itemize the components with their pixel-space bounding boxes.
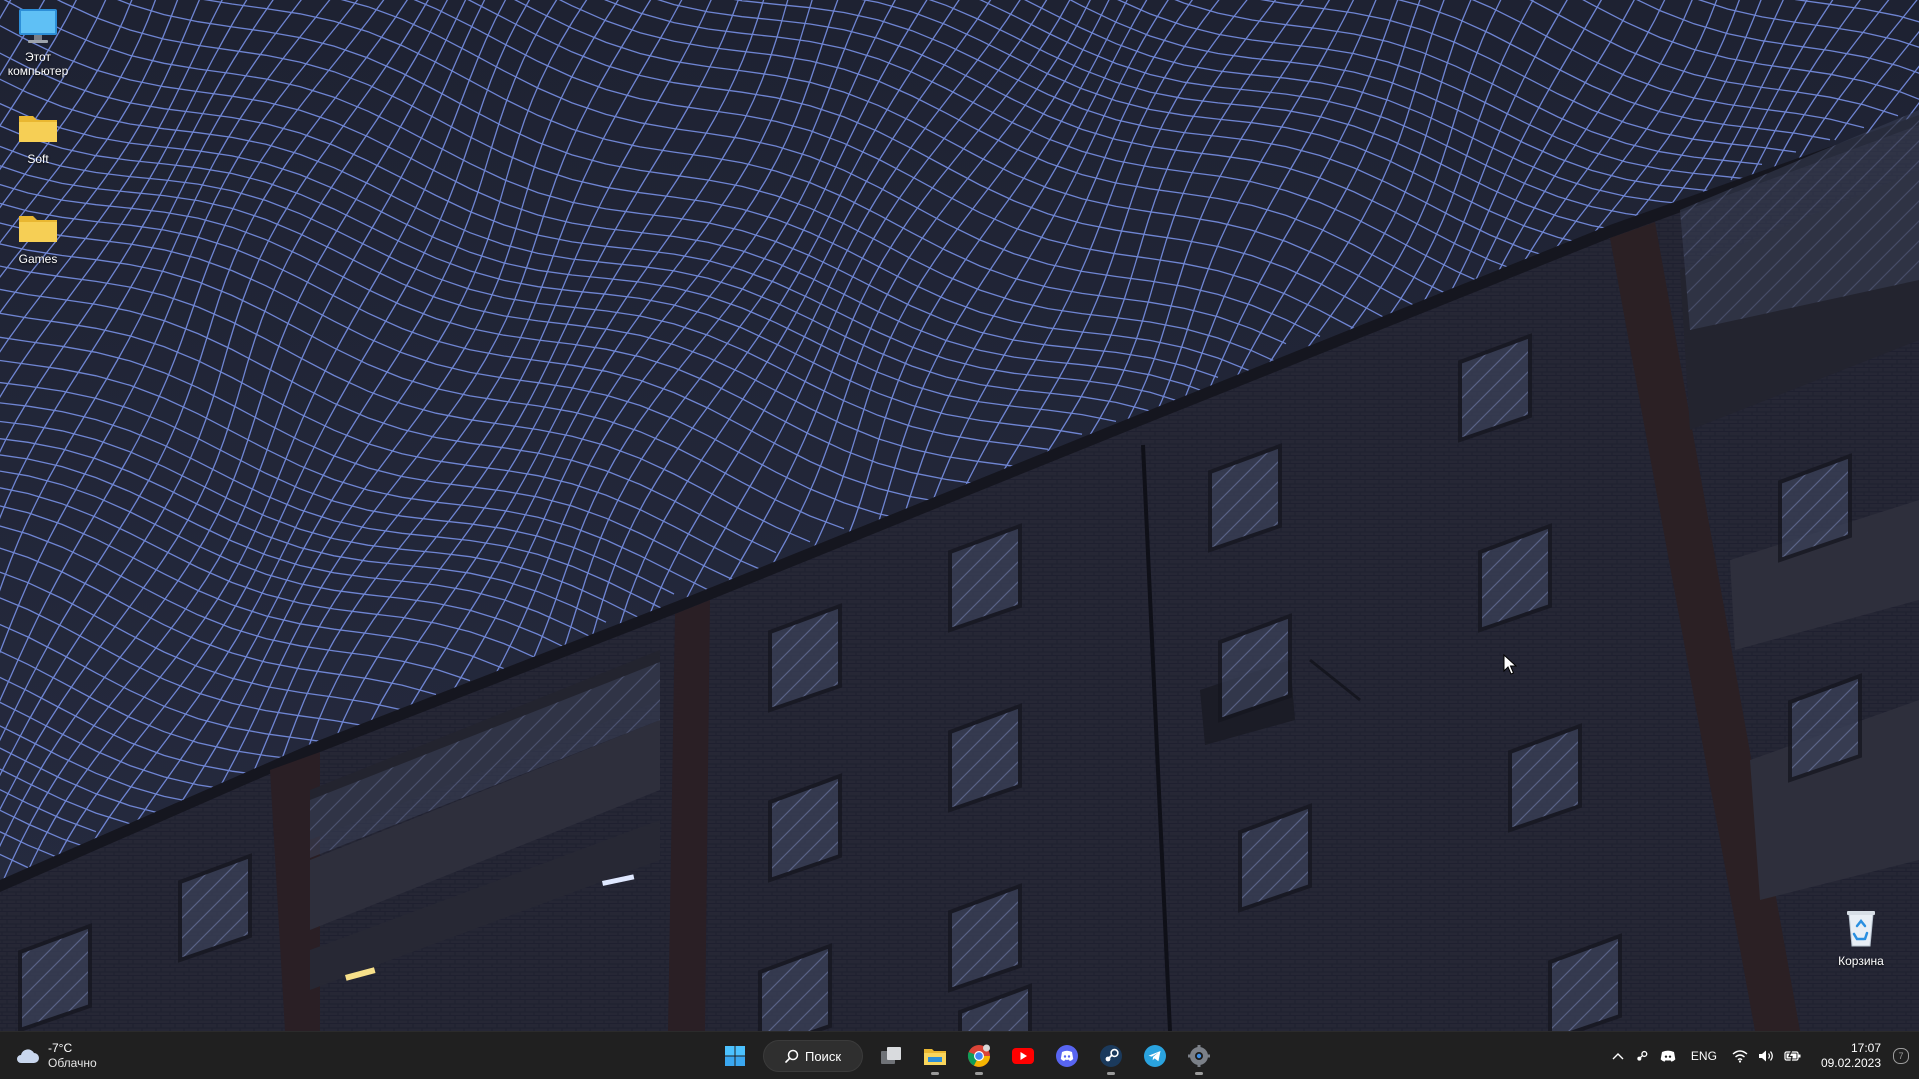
desktop-icon-soft[interactable]: Soft — [0, 108, 76, 166]
wallpaper — [0, 0, 1919, 1031]
taskbar: -7°C Облачно Поиск ENG 17:07 09.02.2023 … — [0, 1031, 1919, 1079]
weather-condition: Облачно — [48, 1056, 97, 1070]
taskbar-app-youtube[interactable] — [1003, 1036, 1043, 1076]
mouse-cursor-icon — [1503, 654, 1517, 675]
desktop-icon-games[interactable]: Games — [0, 208, 76, 266]
weather-temperature: -7°C — [48, 1041, 73, 1055]
tray-steam[interactable] — [1629, 1036, 1655, 1076]
taskbar-app-settings[interactable] — [1179, 1036, 1219, 1076]
system-tray: ENG 17:07 09.02.2023 7 — [1607, 1036, 1911, 1076]
weather-widget[interactable]: -7°C Облачно — [14, 1038, 97, 1074]
chevron-up-icon — [1612, 1053, 1624, 1060]
chrome-icon — [967, 1044, 990, 1067]
taskbar-app-chrome[interactable] — [959, 1036, 999, 1076]
steam-icon — [1637, 1050, 1648, 1061]
desktop-icon-label: Soft — [27, 152, 49, 166]
cloud-icon — [17, 1049, 39, 1063]
folder-icon — [19, 116, 57, 142]
search-label: Поиск — [804, 1048, 842, 1064]
network-button[interactable] — [1727, 1036, 1753, 1076]
start-button[interactable] — [715, 1036, 755, 1076]
input-language-indicator[interactable]: ENG — [1681, 1036, 1727, 1076]
wifi-icon — [1732, 1050, 1748, 1063]
running-indicator — [931, 1072, 939, 1075]
steam-icon — [1100, 1045, 1122, 1067]
desktop-icon-label: Этот компьютер — [7, 50, 69, 78]
clock-button[interactable]: 17:07 09.02.2023 — [1807, 1036, 1889, 1076]
taskbar-app-telegram[interactable] — [1135, 1036, 1175, 1076]
task-view-icon — [881, 1047, 901, 1064]
taskbar-app-steam[interactable] — [1091, 1036, 1131, 1076]
running-indicator — [1195, 1072, 1203, 1075]
battery-button[interactable] — [1779, 1036, 1807, 1076]
volume-icon — [1758, 1050, 1773, 1062]
folder-icon — [19, 216, 57, 242]
clock-date: 09.02.2023 — [1820, 1056, 1881, 1070]
notification-badge: 7 — [1893, 1048, 1909, 1064]
this-pc-icon — [19, 9, 57, 43]
discord-icon — [1660, 1050, 1676, 1062]
taskbar-app-discord[interactable] — [1047, 1036, 1087, 1076]
taskbar-app-file-explorer[interactable] — [915, 1036, 955, 1076]
show-hidden-icons-button[interactable] — [1607, 1036, 1629, 1076]
desktop-icon-recycle-bin[interactable]: Корзина — [1823, 906, 1899, 968]
notification-center-button[interactable]: 7 — [1889, 1036, 1911, 1076]
discord-icon — [1056, 1045, 1078, 1067]
settings-icon — [1188, 1045, 1210, 1067]
search-icon — [785, 1049, 799, 1063]
recycle-bin-icon — [1847, 911, 1875, 947]
youtube-icon — [1012, 1048, 1034, 1064]
search-button[interactable]: Поиск — [763, 1040, 863, 1072]
telegram-icon — [1144, 1045, 1166, 1067]
running-indicator — [975, 1072, 983, 1075]
file-explorer-icon — [924, 1049, 946, 1065]
clock-time: 17:07 — [1850, 1041, 1881, 1055]
desktop-icon-label: Games — [18, 252, 58, 266]
taskbar-center: Поиск — [713, 1036, 1221, 1076]
battery-charging-icon — [1784, 1049, 1801, 1063]
windows-start-icon — [725, 1046, 745, 1066]
volume-button[interactable] — [1753, 1036, 1779, 1076]
running-indicator — [1107, 1072, 1115, 1075]
tray-discord[interactable] — [1655, 1036, 1681, 1076]
desktop-icon-label: Корзина — [1838, 954, 1884, 968]
desktop-icon-this-pc[interactable]: Этот компьютер — [0, 6, 76, 78]
desktop: Этот компьютер Soft Games Корзина — [0, 0, 1919, 1031]
taskbar-app-task-view[interactable] — [871, 1036, 911, 1076]
